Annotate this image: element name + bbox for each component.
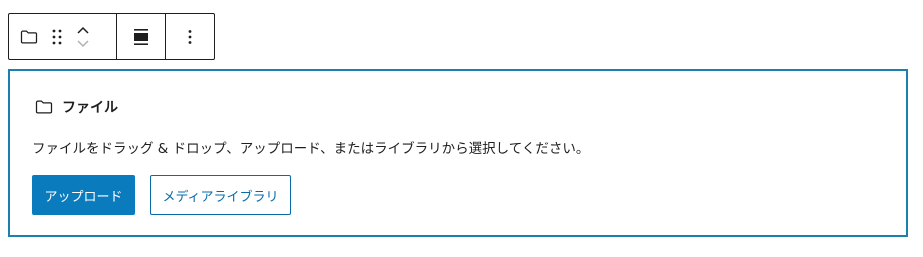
drag-handle-icon [52,29,62,44]
folder-icon [35,100,53,114]
chevron-up-icon [77,26,89,34]
placeholder-title: ファイル [62,100,118,116]
folder-icon [20,30,38,43]
block-toolbar-group-options [166,14,214,59]
align-wide-icon [134,28,148,45]
drag-handle[interactable] [43,19,71,55]
placeholder-header: ファイル [34,97,118,117]
move-up-button[interactable] [75,24,91,36]
file-block-placeholder[interactable]: ファイル ファイルをドラッグ & ドロップ、アップロード、またはライブラリから選… [8,69,908,237]
align-button[interactable] [123,19,159,55]
chevron-down-icon [77,39,89,47]
block-mover [71,19,95,55]
more-vertical-icon [188,29,192,44]
block-toolbar [8,13,215,60]
block-toolbar-group-align [117,14,166,59]
block-toolbar-group-main [9,14,117,59]
placeholder-instructions: ファイルをドラッグ & ドロップ、アップロード、またはライブラリから選択してくだ… [32,141,590,157]
upload-button[interactable]: アップロード [32,175,135,215]
move-down-button[interactable] [75,38,91,50]
block-type-button[interactable] [15,19,43,55]
options-button[interactable] [172,19,208,55]
media-library-button[interactable]: メディアライブラリ [150,175,291,215]
